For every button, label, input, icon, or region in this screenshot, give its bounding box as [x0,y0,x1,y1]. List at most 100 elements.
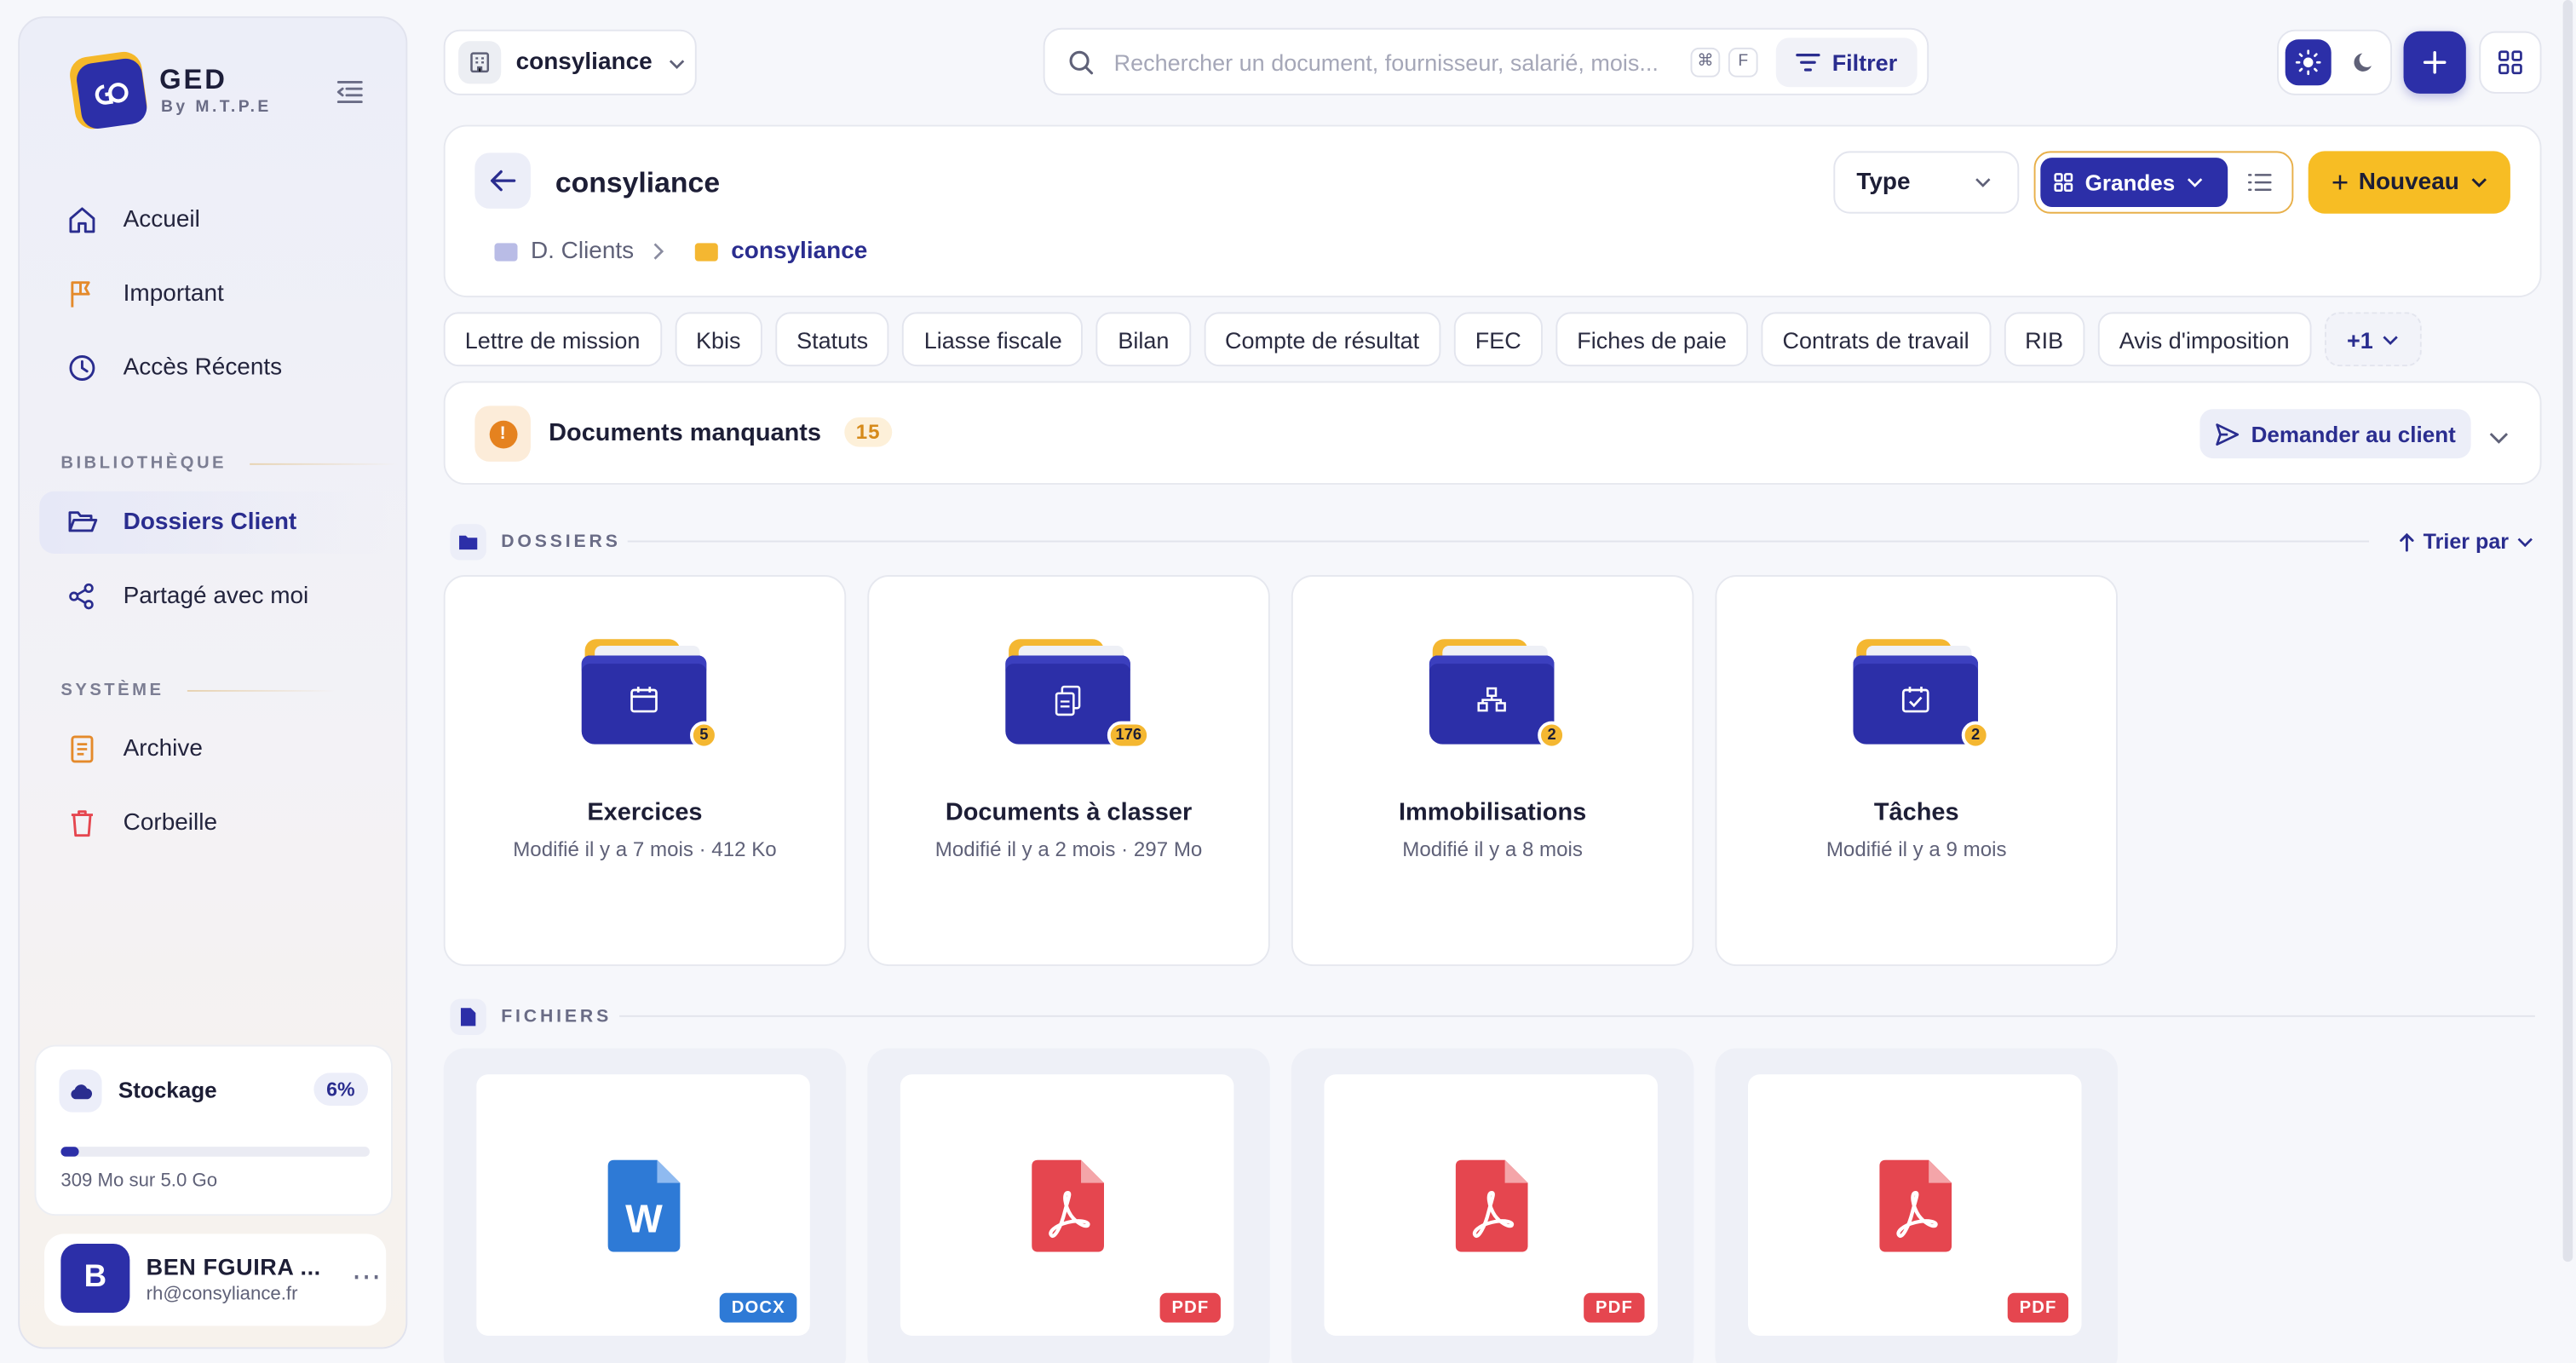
building-icon [458,41,502,84]
sidebar-item-label: Corbeille [123,809,218,837]
plus-icon [2423,50,2447,74]
search-bar: ⌘ F Filtrer [1043,27,1929,95]
file-type-badge: PDF [2008,1292,2069,1323]
view-mode-switch: Grandes [2033,151,2294,214]
chip[interactable]: Bilan [1096,312,1191,367]
file-thumbnail: PDF [1324,1074,1658,1336]
sidebar-item-accueil[interactable]: Accueil [39,189,391,251]
missing-documents-count: 15 [844,417,893,447]
chevron-down-icon [2383,335,2399,345]
section-bibliotheque: BIBLIOTHÈQUE [60,453,398,473]
ask-client-button[interactable]: Demander au client [2199,409,2471,459]
list-icon [2247,174,2271,192]
svg-text:W: W [625,1196,663,1240]
arrow-up-icon [2400,532,2414,551]
file-card[interactable]: PDF [1715,1048,2118,1363]
breadcrumb-root[interactable]: D. Clients [494,239,634,265]
user-card[interactable]: B BEN FGUIRA ... rh@consyliance.fr ⋯ [44,1234,387,1326]
folder-count-badge: 176 [1107,721,1150,750]
user-name: BEN FGUIRA ... [146,1253,321,1280]
folder-meta: Modifié il y a 7 mois · 412 Ko [513,837,777,861]
search-input[interactable] [1113,48,1682,75]
file-card[interactable]: PDF [1291,1048,1694,1363]
workspace-select[interactable]: consyliance [443,29,697,95]
back-button[interactable] [474,152,531,209]
sidebar-item-label: Important [123,280,224,308]
chip[interactable]: FEC [1453,312,1543,367]
sidebar-item-label: Accès Récents [123,354,283,382]
sidebar-item-important[interactable]: Important [39,263,391,325]
chevron-down-icon [2517,537,2533,547]
chip[interactable]: Lettre de mission [443,312,662,367]
file-thumbnail: PDF [900,1074,1234,1336]
more-chips-button[interactable]: +1 [2324,312,2423,367]
file-type-badge: PDF [1159,1292,1221,1323]
view-grid-button[interactable]: Grandes [2040,158,2228,208]
app-logo[interactable] [67,49,158,140]
folder-card-immobilisations[interactable]: 2 Immobilisations Modifié il y a 8 mois [1291,575,1694,967]
new-button[interactable]: + Nouveau [2308,151,2510,214]
chevron-right-icon [653,240,665,270]
folder-header: consyliance D. Clients consyliance Type … [443,124,2542,298]
grid-icon [2054,173,2073,192]
pdf-file-icon [1879,1159,1952,1252]
chip[interactable]: Fiches de paie [1555,312,1749,367]
sidebar-item-archive[interactable]: Archive [39,718,391,780]
alert-icon: ! [474,405,531,462]
sun-icon[interactable] [2285,39,2332,86]
plus-icon: + [2331,165,2349,199]
folder-card-exercices[interactable]: 5 Exercices Modifié il y a 7 mois · 412 … [443,575,847,967]
word-file-icon: W [607,1159,681,1252]
send-icon [2216,423,2240,446]
storage-progress [60,1147,370,1157]
cloud-icon [59,1069,102,1113]
missing-documents-panel: ! Documents manquants 15 Demander au cli… [443,381,2542,485]
chip[interactable]: Statuts [774,312,890,367]
assets-icon [1477,687,1506,712]
collapse-sidebar-icon[interactable] [335,79,368,109]
folder-card-documents-a-classer[interactable]: 176 Documents à classer Modifié il y a 2… [867,575,1270,967]
sort-button[interactable]: Trier par [2390,529,2541,554]
home-icon [66,204,99,237]
brand-subtitle: By M.T.P.E [161,98,272,117]
type-select[interactable]: Type [1833,151,2020,214]
sidebar-item-label: Dossiers Client [123,509,297,536]
chevron-down-icon [2471,178,2487,187]
avatar: B [60,1243,130,1313]
chip[interactable]: Compte de résultat [1203,312,1441,367]
chip[interactable]: RIB [2004,312,2085,367]
chip[interactable]: Contrats de travail [1761,312,1991,367]
sidebar-item-partage[interactable]: Partagé avec moi [39,565,391,627]
theme-toggle [2277,29,2393,95]
expand-chevron-icon[interactable] [2489,423,2509,452]
storage-usage: 309 Mo sur 5.0 Go [60,1171,218,1192]
user-email: rh@consyliance.fr [146,1285,298,1305]
sidebar-item-acces-recents[interactable]: Accès Récents [39,336,391,399]
chip[interactable]: Kbis [674,312,762,367]
file-thumbnail: PDF [1748,1074,2082,1336]
share-icon [66,580,99,613]
sidebar-item-dossiers-client[interactable]: Dossiers Client [39,491,392,554]
chip[interactable]: Avis d'imposition [2097,312,2311,367]
shortcut-f-key: F [1728,46,1758,77]
folder-icon: 176 [1005,639,1150,751]
more-options-icon[interactable]: ⋯ [352,1260,383,1295]
folder-meta: Modifié il y a 9 mois [1826,837,2007,861]
chip[interactable]: Liasse fiscale [902,312,1084,367]
chevron-down-icon [1975,178,1991,187]
file-type-badge: PDF [1584,1292,1645,1323]
folder-card-taches[interactable]: 2 Tâches Modifié il y a 9 mois [1715,575,2118,967]
section-systeme: SYSTÈME [60,680,336,700]
view-list-button[interactable] [2240,166,2279,199]
file-card[interactable]: W DOCX [443,1048,847,1363]
filter-button[interactable]: Filtrer [1775,37,1918,88]
chevron-down-icon [2187,178,2203,187]
file-card[interactable]: PDF [867,1048,1270,1363]
document-type-chips: Lettre de mission Kbis Statuts Liasse fi… [443,312,2423,367]
apps-grid-button[interactable] [2479,31,2542,94]
folder-icon: 2 [1429,639,1566,751]
add-button[interactable] [2403,31,2466,94]
moon-icon[interactable] [2341,39,2387,85]
scrollbar[interactable] [2562,0,2573,1262]
sidebar-item-corbeille[interactable]: Corbeille [39,792,391,854]
